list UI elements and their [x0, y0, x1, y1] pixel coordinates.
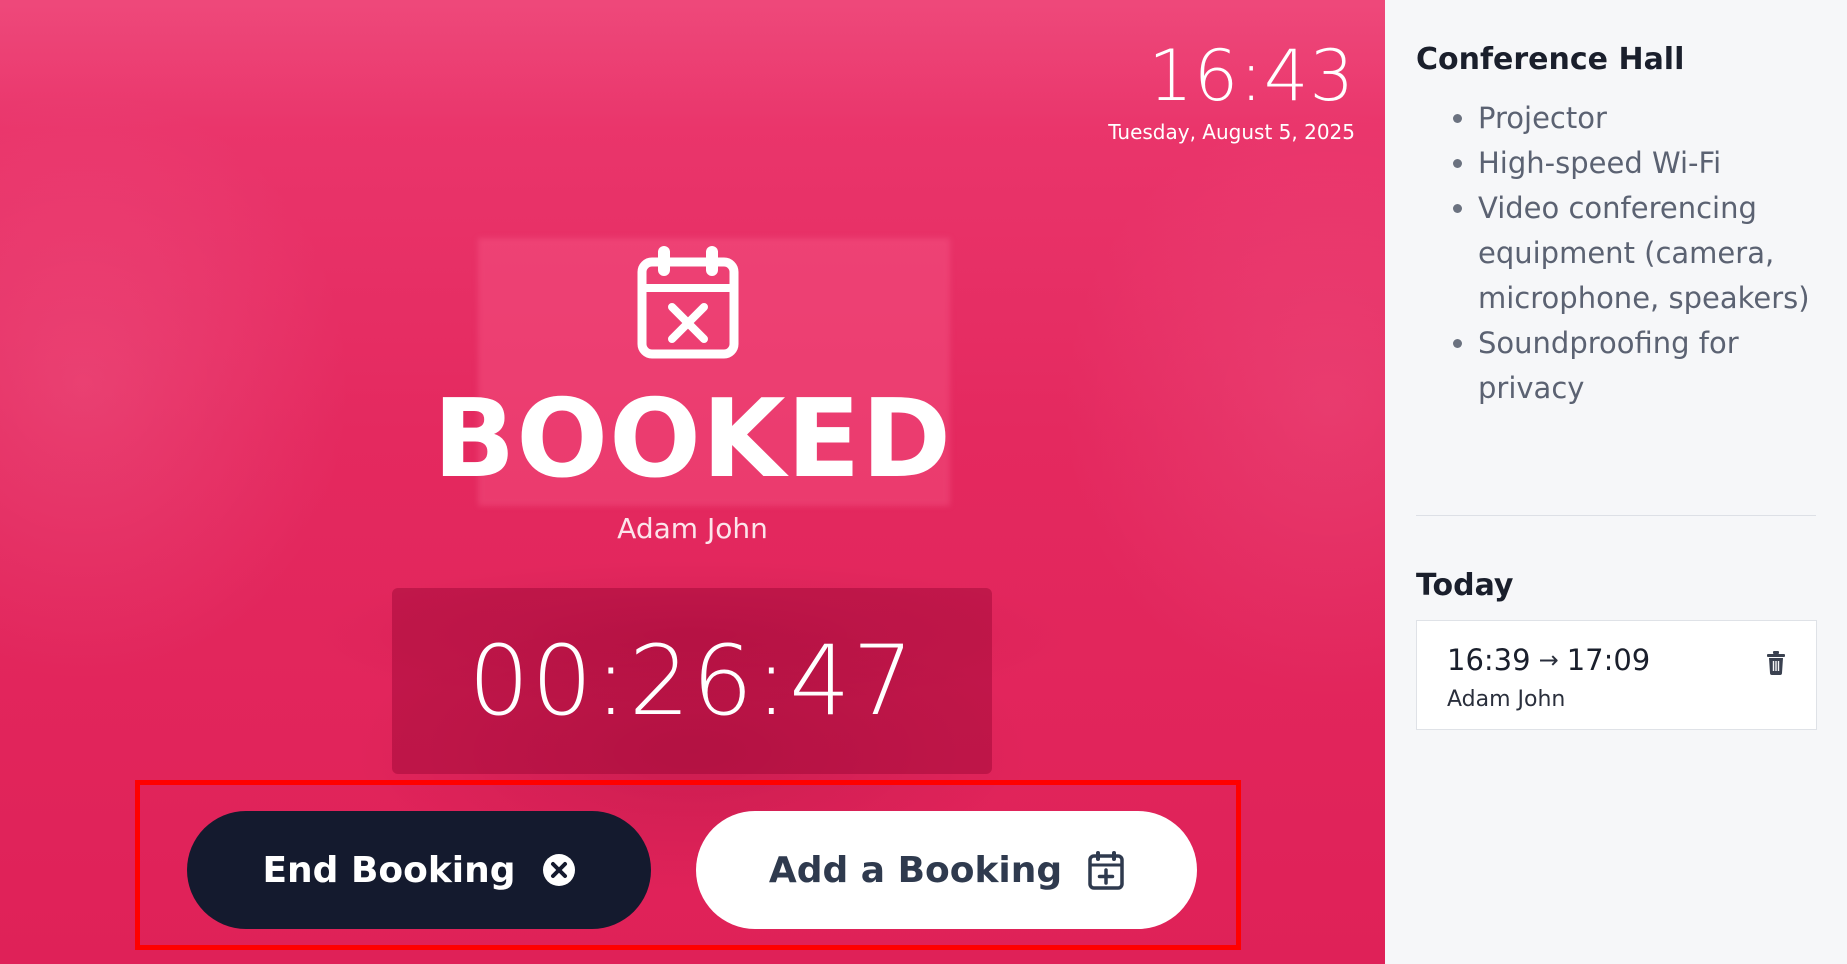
room-info-sidebar: Conference Hall Projector High-speed Wi-… — [1385, 0, 1847, 964]
amenity-item: Video conferencing equipment (camera, mi… — [1478, 186, 1836, 321]
sidebar-divider — [1416, 515, 1816, 516]
amenity-item: Projector — [1478, 96, 1836, 141]
clock-date: Tuesday, August 5, 2025 — [1108, 120, 1355, 144]
add-booking-button[interactable]: Add a Booking — [696, 811, 1197, 929]
amenity-item: High-speed Wi-Fi — [1478, 141, 1836, 186]
booking-time: 16:39 → 17:09 — [1447, 643, 1650, 677]
clock-time: 16:43 — [1148, 35, 1355, 117]
countdown-panel: 00:26:47 — [392, 588, 992, 774]
room-status-panel: 16:43 Tuesday, August 5, 2025 BOOKED Ada… — [0, 0, 1385, 964]
calendar-plus-icon — [1088, 851, 1124, 890]
room-name: Conference Hall — [1416, 42, 1685, 77]
arrow-right-icon: → — [1538, 646, 1559, 674]
end-booking-button[interactable]: End Booking — [187, 811, 651, 929]
booking-card[interactable]: 16:39 → 17:09 Adam John — [1416, 620, 1817, 730]
amenities-list: Projector High-speed Wi-Fi Video confere… — [1416, 96, 1836, 411]
today-heading: Today — [1416, 568, 1514, 603]
booking-start: 16:39 — [1447, 643, 1531, 677]
clock: 16:43 Tuesday, August 5, 2025 — [1108, 36, 1355, 144]
booking-end: 17:09 — [1566, 643, 1651, 677]
close-circle-icon — [542, 854, 575, 886]
countdown-timer: 00:26:47 — [468, 625, 916, 737]
end-booking-label: End Booking — [262, 849, 516, 891]
trash-icon[interactable] — [1766, 651, 1786, 675]
amenity-item: Soundproofing for privacy — [1478, 321, 1836, 411]
booking-person: Adam John — [1447, 687, 1566, 712]
add-booking-label: Add a Booking — [768, 849, 1063, 891]
booking-owner: Adam John — [617, 512, 768, 545]
status-title: BOOKED — [432, 377, 953, 502]
calendar-x-icon — [637, 246, 739, 359]
